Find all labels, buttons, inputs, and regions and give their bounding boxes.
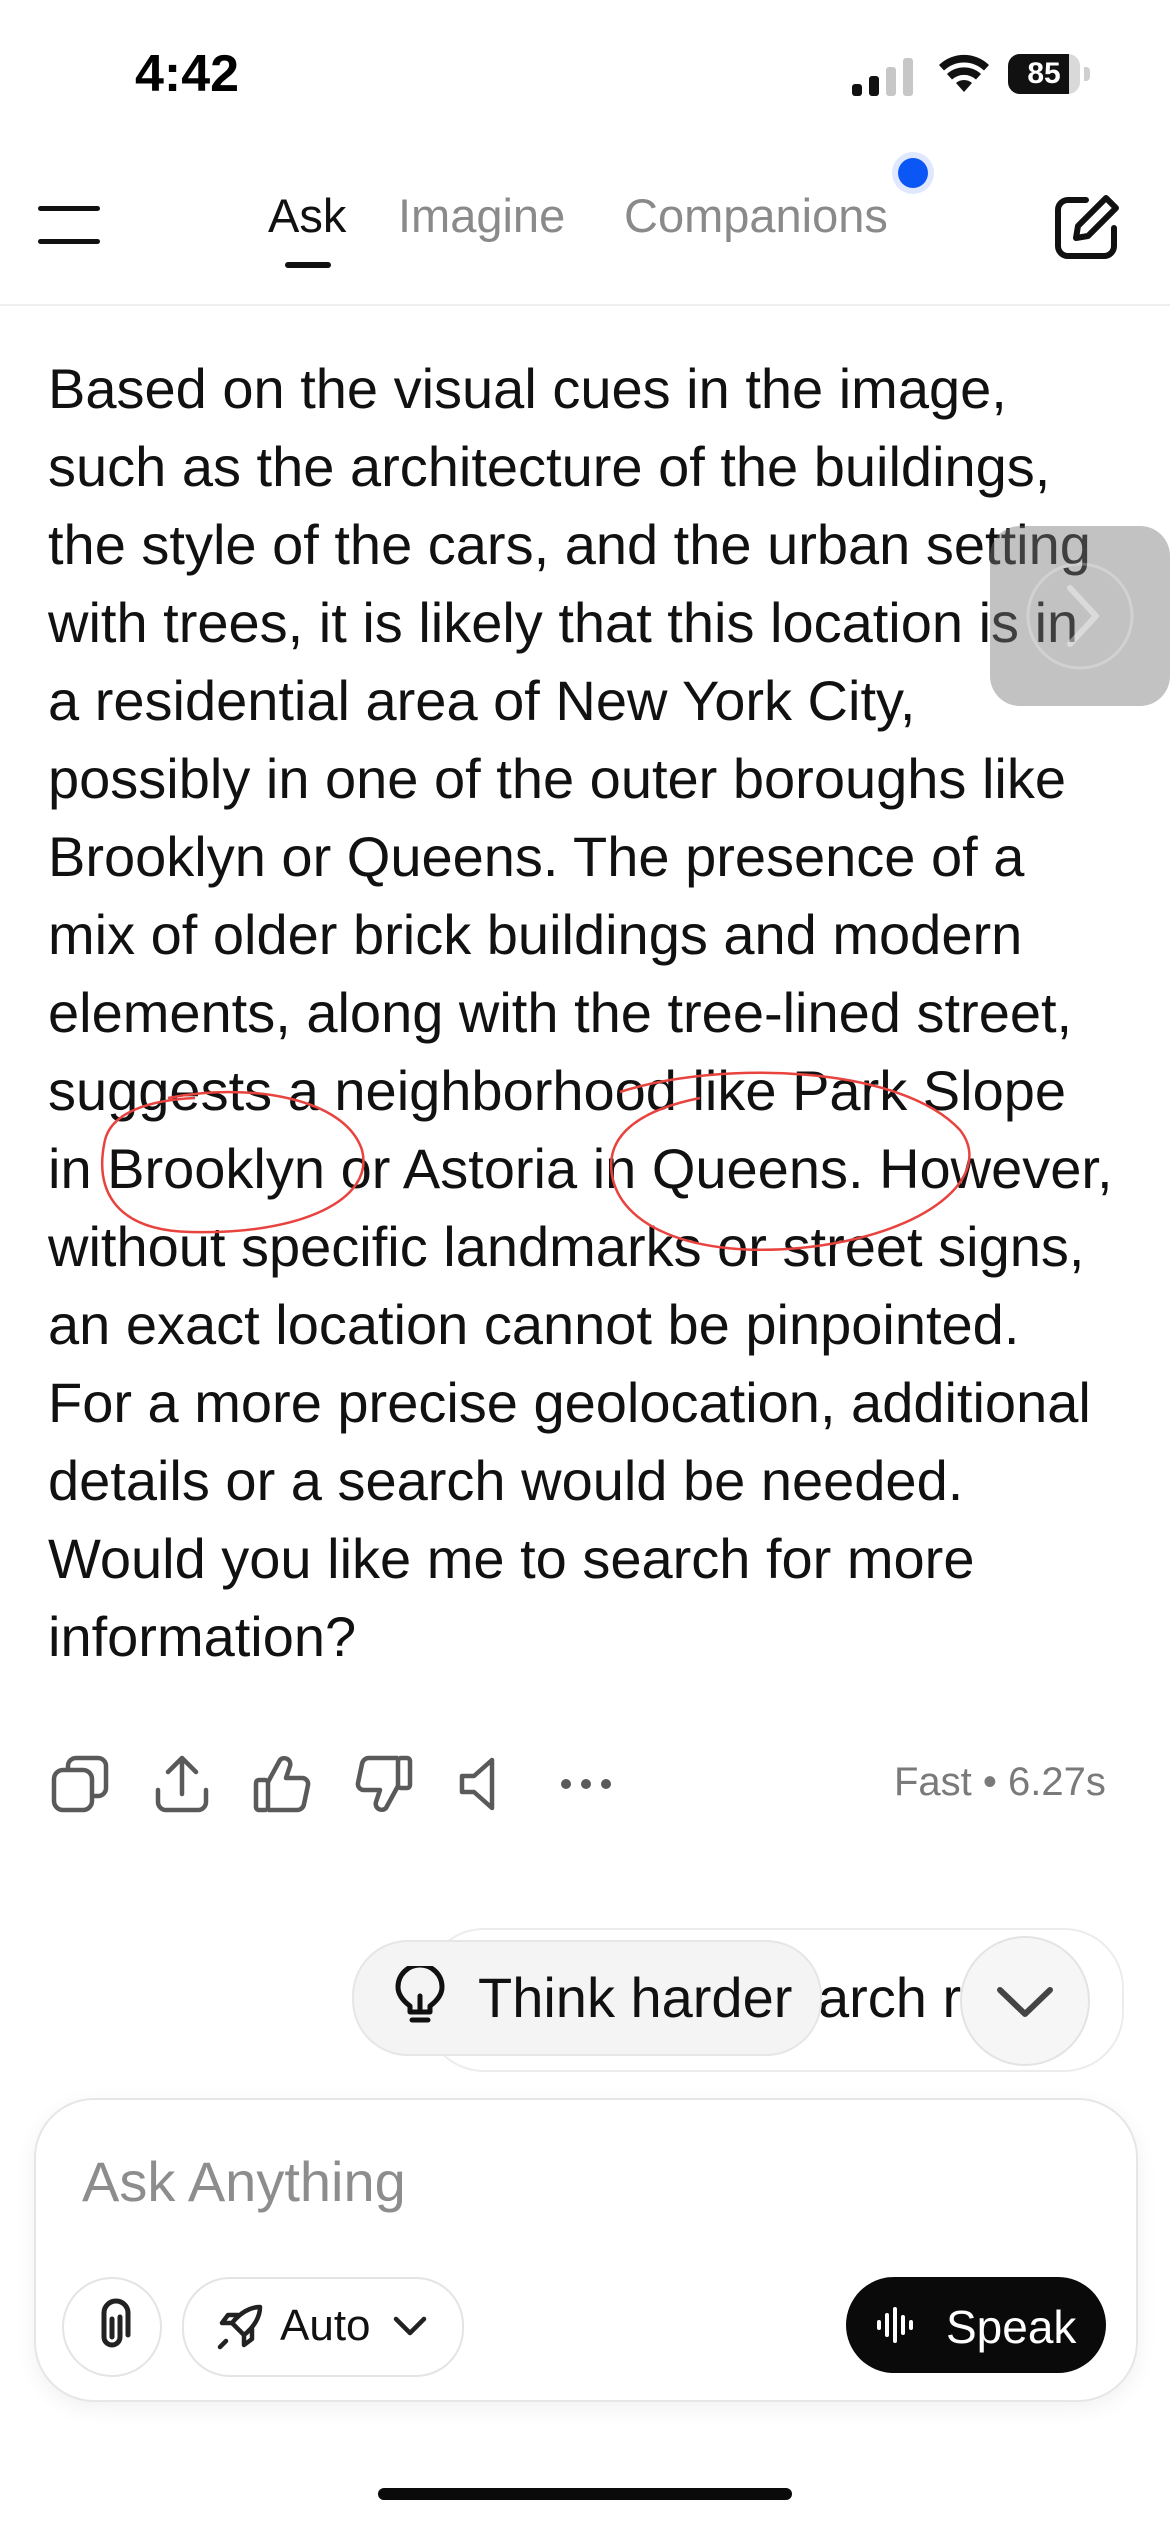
battery-body: 85: [1008, 54, 1080, 94]
wifi-icon: [939, 54, 989, 92]
speaker-icon[interactable]: [452, 1752, 516, 1816]
battery-icon: 85: [1008, 54, 1090, 98]
more-icon[interactable]: [554, 1752, 618, 1816]
battery-percent: 85: [1027, 57, 1061, 90]
copy-icon[interactable]: [48, 1752, 112, 1816]
top-nav: Ask Imagine Companions: [0, 160, 1170, 306]
cellular-signal-icon: [852, 58, 913, 96]
mode-label: Auto: [280, 2301, 371, 2350]
notification-dot: [898, 158, 928, 188]
thumbs-up-icon[interactable]: [250, 1752, 314, 1816]
paperclip-icon: [101, 2298, 131, 2348]
chevron-down-icon: [393, 2316, 427, 2336]
tab-ask[interactable]: Ask: [268, 188, 346, 243]
active-tab-indicator: [285, 262, 331, 268]
collapse-button[interactable]: [960, 1936, 1090, 2066]
battery-nub: [1084, 67, 1090, 81]
lightbulb-icon: [395, 1966, 445, 2023]
speak-label: Speak: [946, 2301, 1077, 2353]
chevron-down-icon: [997, 1987, 1053, 2017]
edit-icon[interactable]: [1052, 192, 1122, 262]
rocket-icon: [217, 2304, 263, 2350]
chevron-right-icon: [1026, 562, 1134, 670]
hamburger-icon[interactable]: [38, 202, 100, 252]
attach-button[interactable]: [62, 2277, 162, 2377]
think-harder-label: Think harder: [478, 1966, 793, 2029]
tab-companions[interactable]: Companions: [624, 188, 888, 243]
ask-input[interactable]: [82, 2146, 982, 2216]
next-arrow-overlay[interactable]: [990, 526, 1170, 706]
home-indicator: [378, 2488, 792, 2500]
tab-imagine[interactable]: Imagine: [398, 188, 565, 243]
suggestion-chip-label: arch r: [818, 1966, 962, 2029]
response-meta: Fast • 6.27s: [894, 1760, 1106, 1804]
thumbs-down-icon[interactable]: [352, 1752, 416, 1816]
assistant-message: Based on the visual cues in the image, s…: [48, 357, 1113, 1668]
status-time: 4:42: [135, 45, 240, 103]
waveform-icon: [877, 2307, 913, 2343]
share-icon[interactable]: [150, 1752, 214, 1816]
